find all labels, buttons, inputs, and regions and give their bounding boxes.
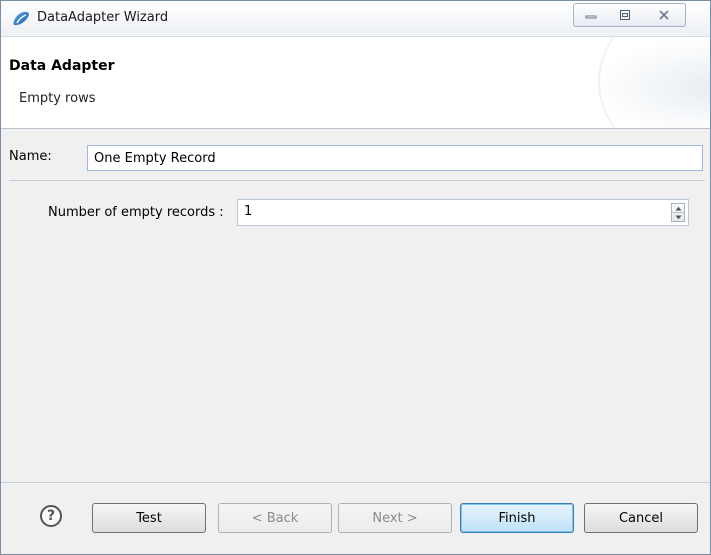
title-bar[interactable]: DataAdapter Wizard <box>1 1 710 37</box>
finish-button[interactable]: Finish <box>460 503 574 533</box>
window-title: DataAdapter Wizard <box>37 10 169 25</box>
records-value[interactable]: 1 <box>244 204 252 219</box>
spinner-down-button[interactable] <box>672 213 684 221</box>
wizard-banner: Data Adapter Empty rows <box>1 37 710 129</box>
restore-icon <box>620 10 630 20</box>
cancel-button[interactable]: Cancel <box>584 503 698 533</box>
footer-divider <box>1 482 710 483</box>
page-title: Data Adapter <box>9 58 115 74</box>
name-input[interactable] <box>87 145 703 171</box>
wizard-window: DataAdapter Wizard Data Adapter Empty ro… <box>0 0 711 555</box>
page-subtitle: Empty rows <box>19 91 96 106</box>
records-spinner[interactable] <box>671 203 685 222</box>
close-icon <box>658 10 669 20</box>
test-button[interactable]: Test <box>92 503 206 533</box>
records-label: Number of empty records : <box>48 205 224 220</box>
close-button[interactable] <box>642 3 686 27</box>
help-icon: ? <box>46 508 56 524</box>
next-button[interactable]: Next > <box>338 503 452 533</box>
banner-decoration-arc <box>598 37 710 128</box>
spinner-up-button[interactable] <box>672 204 684 213</box>
minimize-icon <box>585 15 597 19</box>
records-spinner-field[interactable]: 1 <box>237 199 689 226</box>
name-label: Name: <box>9 149 52 164</box>
minimize-button[interactable] <box>573 3 609 27</box>
chevron-down-icon <box>675 215 681 219</box>
form-divider <box>9 180 705 181</box>
app-logo-icon <box>13 11 29 26</box>
chevron-up-icon <box>675 206 681 210</box>
back-button[interactable]: < Back <box>218 503 332 533</box>
help-button[interactable]: ? <box>40 505 62 527</box>
restore-button[interactable] <box>608 3 643 27</box>
